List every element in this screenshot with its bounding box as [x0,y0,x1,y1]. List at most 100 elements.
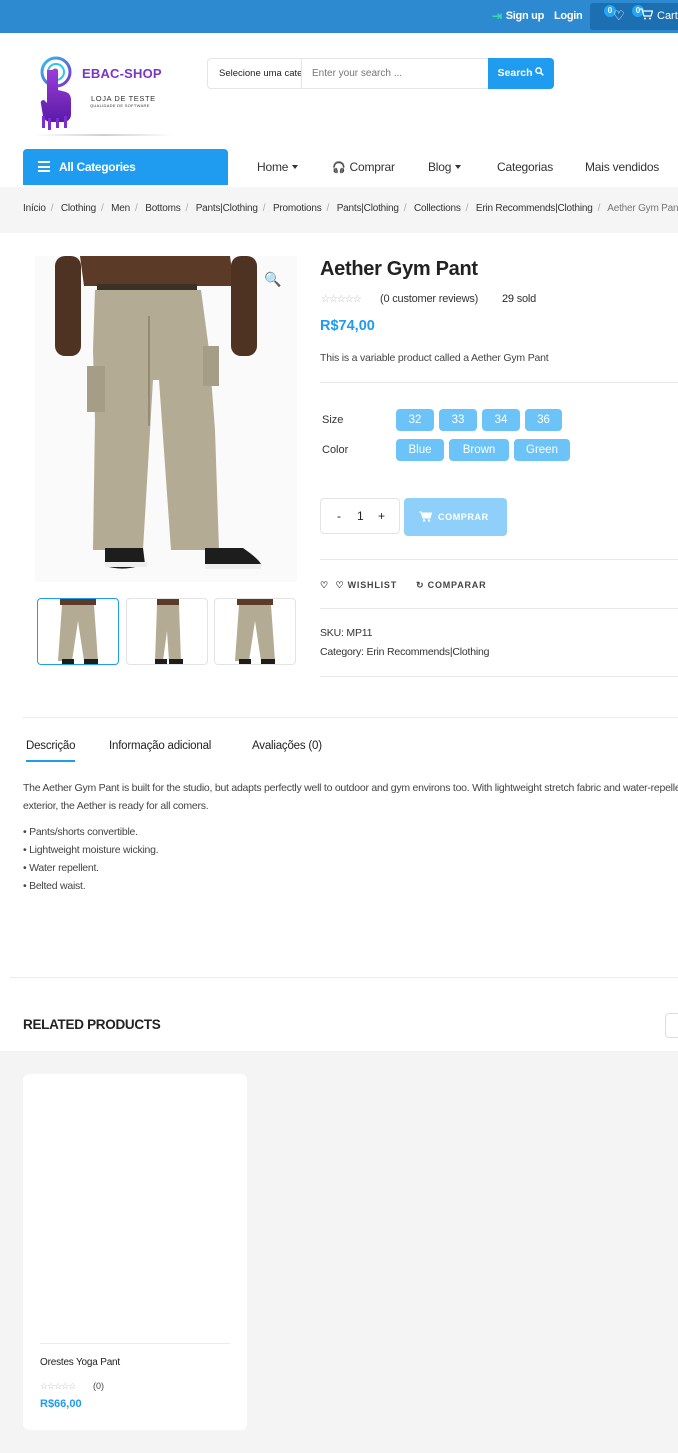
size-option-32[interactable]: 32 [396,409,434,431]
nav-mais-vendidos[interactable]: Mais vendidos [585,160,659,174]
nav-home[interactable]: Home [257,160,299,174]
top-bar: ⇥ Sign up Login 0 ♡ 0 Cart [0,0,678,33]
search-icon [535,67,545,79]
nav-blog[interactable]: Blog [428,160,462,174]
tab-informacao-adicional[interactable]: Informação adicional [109,740,211,752]
breadcrumb-item[interactable]: Início [23,203,46,214]
size-option-36[interactable]: 36 [525,409,562,431]
tab-avaliacoes[interactable]: Avaliações (0) [252,740,322,752]
site-logo[interactable]: EBAC-SHOP LOJA DE TESTE QUALIDADE DE SOF… [28,48,178,140]
all-categories-button[interactable]: All Categories [23,149,228,185]
logo-tagline: LOJA DE TESTE [91,94,156,103]
qty-minus-button[interactable]: - [337,509,341,523]
nav-blog-label: Blog [428,160,452,174]
compare-button[interactable]: ↻ COMPARAR [416,580,486,591]
related-products-title: RELATED PRODUCTS [23,1017,161,1032]
breadcrumb-item[interactable]: Promotions [273,203,322,214]
list-item: • Lightweight moisture wicking. [23,844,159,856]
search-category-select[interactable]: Selecione uma categoria [208,59,302,88]
cart-icon[interactable] [640,8,654,23]
description-bullets: • Pants/shorts convertible. • Lightweigh… [23,823,159,895]
breadcrumb-item[interactable]: Pants|Clothing [196,203,258,214]
review-count-link[interactable]: (0 customer reviews) [380,293,478,305]
list-item: • Belted waist. [23,880,86,892]
product-category: Category: Erin Recommends|Clothing [320,646,489,658]
refresh-icon: ↻ [416,580,428,590]
wishlist-heart-icon[interactable]: ♡ [613,8,625,24]
size-label: Size [322,414,344,426]
chevron-down-icon [455,165,462,169]
nav-comprar[interactable]: 🎧 Comprar [332,160,395,174]
wishlist-button[interactable]: ♡ ♡ WISHLIST [320,580,397,591]
search-button-label: Search [497,67,533,79]
product-card-name[interactable]: Orestes Yoga Pant [40,1357,120,1368]
search-bar: Selecione uma categoria Search [207,58,554,89]
rating-stars-icon: ☆☆☆☆☆ [40,1381,76,1391]
product-price: R$74,00 [320,318,375,334]
cart-label[interactable]: Cart [657,10,678,22]
breadcrumb-item[interactable]: Pants|Clothing [337,203,399,214]
cart-icon [419,498,433,536]
product-thumbnail[interactable] [37,598,119,665]
nav-comprar-label: Comprar [349,160,395,174]
tabs-divider [23,717,678,718]
product-card-reviews: (0) [93,1381,104,1391]
add-to-cart-label: COMPRAR [438,512,489,522]
tab-descricao[interactable]: Descrição [26,740,76,762]
product-thumbnail[interactable] [214,598,296,665]
headset-icon: 🎧 [332,162,346,174]
signup-link[interactable]: ⇥ Sign up [492,9,544,23]
logo-sub-tagline: QUALIDADE DE SOFTWARE [90,103,150,108]
color-option-blue[interactable]: Blue [396,439,444,461]
search-button[interactable]: Search [488,58,554,89]
list-item: • Water repellent. [23,862,99,874]
product-card-price: R$66,00 [40,1398,82,1410]
qty-value[interactable]: 1 [357,509,364,523]
search-input[interactable] [303,59,488,88]
login-link[interactable]: Login [554,10,583,22]
sold-label: sold [516,293,537,305]
breadcrumb-item[interactable]: Clothing [61,203,96,214]
menu-bars-icon [38,161,50,172]
related-divider [10,977,678,978]
breadcrumb-item[interactable]: Men [111,203,130,214]
sold-number: 29 [502,293,514,305]
breadcrumb-item[interactable]: Bottoms [145,203,180,214]
category-link[interactable]: Erin Recommends|Clothing [366,646,489,658]
product-main-image[interactable] [35,256,297,582]
divider [320,559,678,560]
nav-categorias[interactable]: Categorias [497,160,553,174]
carousel-nav-button[interactable] [665,1013,678,1038]
short-description: This is a variable product called a Aeth… [320,352,549,364]
heart-icon: ♡ ♡ [320,580,348,590]
all-categories-label: All Categories [59,160,136,174]
card-divider [40,1343,230,1344]
wishlist-label: WISHLIST [347,580,398,590]
category-label: Category: [320,646,367,658]
product-thumbnail[interactable] [126,598,208,665]
list-item: • Pants/shorts convertible. [23,826,138,838]
nav-home-label: Home [257,160,289,174]
product-card[interactable]: Orestes Yoga Pant ☆☆☆☆☆ (0) R$66,00 [23,1074,247,1430]
description-text: The Aether Gym Pant is built for the stu… [23,782,678,812]
color-option-brown[interactable]: Brown [449,439,509,461]
breadcrumb: Início / Clothing / Men / Bottoms / Pants|Cl… [23,203,678,214]
color-option-green[interactable]: Green [514,439,570,461]
signup-label: Sign up [505,10,545,22]
logo-hand-icon [40,56,72,130]
logo-underline [34,134,174,136]
breadcrumb-item[interactable]: Erin Recommends|Clothing [476,203,593,214]
breadcrumb-current: Aether Gym Pant [607,203,678,214]
quantity-stepper: - 1 + [320,498,400,534]
qty-plus-button[interactable]: + [378,509,385,523]
add-to-cart-button[interactable]: COMPRAR [404,498,507,536]
divider [320,382,678,383]
zoom-icon[interactable]: 🔍 [264,271,281,288]
size-option-33[interactable]: 33 [439,409,477,431]
rating-stars-icon: ☆☆☆☆☆ [321,294,362,305]
divider [320,608,678,609]
sold-count: 29 sold [502,293,536,305]
compare-label: COMPARAR [427,580,487,590]
breadcrumb-item[interactable]: Collections [414,203,461,214]
size-option-34[interactable]: 34 [482,409,520,431]
